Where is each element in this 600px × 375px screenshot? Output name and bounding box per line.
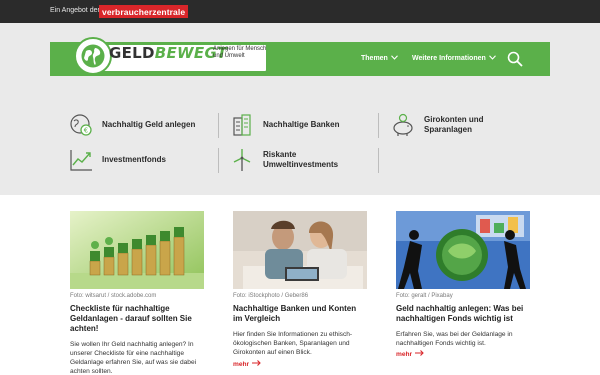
category-nachhaltige-banken[interactable]: Nachhaltige Banken (230, 113, 380, 141)
chart-line-icon (70, 150, 92, 171)
article-description: Hier finden Sie Informationen zu ethisch… (233, 331, 353, 356)
category-riskante-umweltinvestments[interactable]: Riskante Umweltinvestments (230, 148, 380, 176)
article-title[interactable]: Geld nachhaltig anlegen: Was bei nachhal… (396, 304, 530, 324)
logo-tagline: Anlegen für Mensch und Umwelt (213, 46, 267, 59)
photo-credit: Foto: iStockphoto / Geber86 (233, 293, 309, 299)
category-label: Nachhaltig Geld anlegen (102, 120, 196, 129)
category-investmentfonds[interactable]: Investmentfonds (69, 148, 219, 176)
category-nachhaltig-geld-anlegen[interactable]: € Nachhaltig Geld anlegen (69, 113, 219, 141)
chevron-down-icon (488, 55, 496, 62)
coins-plant-image[interactable] (70, 211, 204, 289)
top-bar: Ein Angebot der: verbraucherzentrale (0, 0, 600, 23)
svg-text:€: € (84, 127, 88, 135)
logo-main: GELD (109, 44, 155, 62)
divider (218, 113, 219, 138)
photo-credit: Foto: geralt / Pixabay (396, 293, 453, 299)
more-link[interactable]: mehr (233, 360, 261, 368)
divider (218, 148, 219, 173)
category-girokonten-sparanlagen[interactable]: Girokonten und Sparanlagen (391, 113, 541, 141)
divider (378, 113, 379, 138)
offer-text: Ein Angebot der: (50, 7, 102, 14)
more-label: mehr (396, 351, 413, 358)
nav-themen-label: Themen (361, 55, 388, 62)
category-label: Girokonten und Sparanlagen (424, 115, 484, 134)
couple-laptop-image[interactable] (233, 211, 367, 289)
divider (378, 148, 379, 173)
bank-building-icon (233, 114, 251, 136)
chevron-down-icon (390, 55, 398, 62)
category-label: Investmentfonds (102, 155, 167, 164)
money-globe-image[interactable] (396, 211, 530, 289)
search-icon[interactable] (507, 51, 523, 67)
nav-themen[interactable]: Themen (361, 55, 398, 62)
verbraucherzentrale-logo[interactable]: verbraucherzentrale (99, 5, 189, 18)
arrow-right-icon (415, 350, 424, 358)
main-header: GELDBEWEGT Anlegen für Mensch und Umwelt… (50, 37, 550, 76)
category-label: Nachhaltige Banken (263, 120, 340, 129)
nav-weitere-label: Weitere Informationen (412, 55, 486, 62)
article-title[interactable]: Nachhaltige Banken und Konten im Verglei… (233, 304, 367, 324)
globe-icon (81, 44, 105, 68)
category-label: Riskante Umweltinvestments (263, 150, 339, 169)
logo-wordmark: GELDBEWEGT (109, 44, 227, 62)
article-description: Erfahren Sie, was bei der Geldanlage in … (396, 331, 513, 347)
piggy-bank-icon (393, 113, 413, 136)
wind-turbine-icon (233, 149, 251, 171)
article-title[interactable]: Checkliste für nachhaltige Geldanlagen -… (70, 304, 204, 334)
article-description: Sie wollen Ihr Geld nachhaltig anlegen? … (70, 341, 197, 375)
more-link[interactable]: mehr (396, 350, 424, 358)
globe-coin-icon: € (70, 114, 92, 136)
nav-weitere-informationen[interactable]: Weitere Informationen (412, 55, 496, 62)
photo-credit: Foto: witsarut / stock.adobe.com (70, 293, 157, 299)
more-label: mehr (233, 361, 250, 368)
arrow-right-icon (252, 360, 261, 368)
